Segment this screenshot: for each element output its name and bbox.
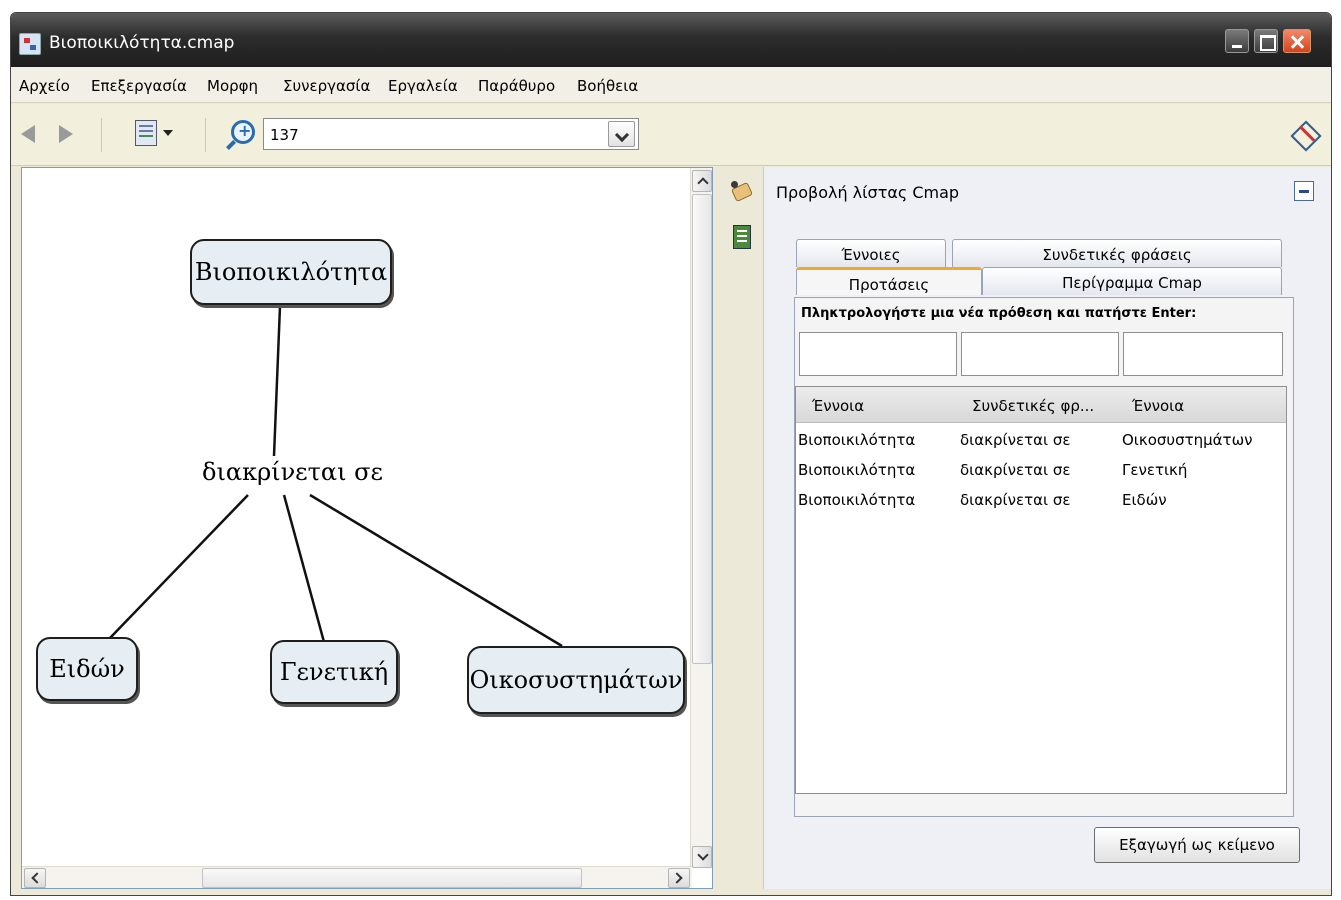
close-button[interactable] <box>1283 29 1311 53</box>
toolbar-separator <box>205 118 206 152</box>
tab-linking-phrases[interactable]: Συνδετικές φράσεις <box>952 239 1282 267</box>
app-window: Βιοποικιλότητα.cmap Αρχείο Επεξεργασία Μ… <box>10 12 1332 896</box>
view-mode-icon[interactable] <box>135 120 157 146</box>
back-arrow-icon[interactable] <box>21 125 35 143</box>
column-header-target-concept[interactable]: Έννοια <box>1132 397 1184 415</box>
scroll-down-button[interactable] <box>692 846 712 868</box>
proposition-target-input[interactable] <box>1123 332 1283 376</box>
menu-help[interactable]: Βοήθεια <box>577 77 638 95</box>
concept-eidon[interactable]: Ειδών <box>36 637 138 701</box>
cmap-app-icon <box>19 33 41 55</box>
scroll-right-button[interactable] <box>668 868 690 888</box>
linking-phrase[interactable]: διακρίνεται σε <box>202 458 383 486</box>
panel-title: Προβολή λίστας Cmap <box>776 183 960 202</box>
menu-format[interactable]: Μορφη <box>207 77 258 95</box>
horizontal-scrollbar[interactable] <box>22 866 692 888</box>
cmap-list-panel: Προβολή λίστας Cmap Έννοιες Συνδετικές φ… <box>763 167 1331 889</box>
cell-concept: Βιοποικιλότητα <box>798 461 916 479</box>
cell-linking-phrase: διακρίνεται σε <box>960 461 1071 479</box>
horizontal-scroll-thumb[interactable] <box>202 868 582 888</box>
zoom-in-icon[interactable] <box>231 120 255 144</box>
zoom-level-input[interactable]: 137 <box>263 118 639 150</box>
title-bar[interactable]: Βιοποικιλότητα.cmap <box>11 13 1331 67</box>
tab-concepts[interactable]: Έννοιες <box>796 239 946 267</box>
window-title: Βιοποικιλότητα.cmap <box>49 33 235 53</box>
toolbar: 137 <box>11 104 1331 166</box>
propositions-tab-body: Πληκτρολογήστε μια νέα πρόθεση και πατήσ… <box>794 297 1294 817</box>
vertical-scrollbar[interactable] <box>690 168 712 868</box>
table-header: Έννοια Συνδετικές φρ... Έννοια <box>796 387 1286 423</box>
toolbar-separator <box>101 118 102 152</box>
maximize-button[interactable] <box>1254 29 1278 53</box>
connector-phrase-to-genetiki <box>282 494 326 643</box>
menu-edit[interactable]: Επεξεργασία <box>91 77 187 95</box>
zoom-dropdown-button[interactable] <box>608 121 635 147</box>
cell-target-concept: Οικοσυστημάτων <box>1122 431 1253 449</box>
connector-root-to-phrase <box>272 305 282 457</box>
menu-collaboration[interactable]: Συνεργασία <box>283 77 370 95</box>
menu-tools[interactable]: Εργαλεία <box>388 77 458 95</box>
chevron-down-icon[interactable] <box>163 130 173 136</box>
menu-window[interactable]: Παράθυρο <box>478 77 555 95</box>
cell-linking-phrase: διακρίνεται σε <box>960 491 1071 509</box>
cell-linking-phrase: διακρίνεται σε <box>960 431 1071 449</box>
scroll-up-button[interactable] <box>692 170 712 192</box>
minimize-button[interactable] <box>1225 29 1249 53</box>
list-view-icon[interactable] <box>733 225 751 249</box>
export-as-text-button[interactable]: Εξαγωγή ως κείμενο <box>1094 827 1300 863</box>
propositions-table: Έννοια Συνδετικές φρ... Έννοια Βιοποικιλ… <box>795 386 1287 794</box>
table-row[interactable]: Βιοποικιλότητα διακρίνεται σε Γενετική <box>796 455 1286 485</box>
cell-target-concept: Ειδών <box>1122 491 1167 509</box>
table-row[interactable]: Βιοποικιλότητα διακρίνεται σε Ειδών <box>796 485 1286 515</box>
column-header-linking-phrase[interactable]: Συνδετικές φρ... <box>972 397 1094 415</box>
concept-map-canvas[interactable]: Βιοποικιλότητα διακρίνεται σε Ειδών Γενε… <box>21 167 713 889</box>
vertical-scroll-thumb[interactable] <box>692 194 712 664</box>
new-proposition-prompt: Πληκτρολογήστε μια νέα πρόθεση και πατήσ… <box>801 306 1197 321</box>
cell-concept: Βιοποικιλότητα <box>798 431 916 449</box>
column-header-concept[interactable]: Έννοια <box>812 397 864 415</box>
concept-root[interactable]: Βιοποικιλότητα <box>190 239 392 305</box>
menu-file[interactable]: Αρχείο <box>19 77 70 95</box>
collapse-panel-button[interactable] <box>1294 181 1314 201</box>
connector-phrase-to-eidon <box>109 494 249 639</box>
table-row[interactable]: Βιοποικιλότητα διακρίνεται σε Οικοσυστημ… <box>796 425 1286 455</box>
forward-arrow-icon[interactable] <box>59 125 73 143</box>
connector-phrase-to-oikosystimaton <box>309 493 563 648</box>
scroll-left-button[interactable] <box>24 868 46 888</box>
side-icon-strip <box>725 167 761 889</box>
proposition-concept-input[interactable] <box>799 332 957 376</box>
menu-bar: Αρχείο Επεξεργασία Μορφη Συνεργασία Εργα… <box>11 67 1331 103</box>
tab-propositions[interactable]: Προτάσεις <box>796 267 982 295</box>
proposition-linking-input[interactable] <box>961 332 1119 376</box>
style-palette-icon[interactable] <box>731 181 751 199</box>
cell-target-concept: Γενετική <box>1122 461 1188 479</box>
tools-icon[interactable] <box>1293 122 1317 146</box>
tab-cmap-outline[interactable]: Περίγραμμα Cmap <box>982 267 1282 295</box>
concept-oikosystimaton[interactable]: Οικοσυστημάτων <box>467 646 685 714</box>
concept-genetiki[interactable]: Γενετική <box>270 640 398 704</box>
tab-container: Έννοιες Συνδετικές φράσεις Προτάσεις Περ… <box>794 239 1294 819</box>
cell-concept: Βιοποικιλότητα <box>798 491 916 509</box>
